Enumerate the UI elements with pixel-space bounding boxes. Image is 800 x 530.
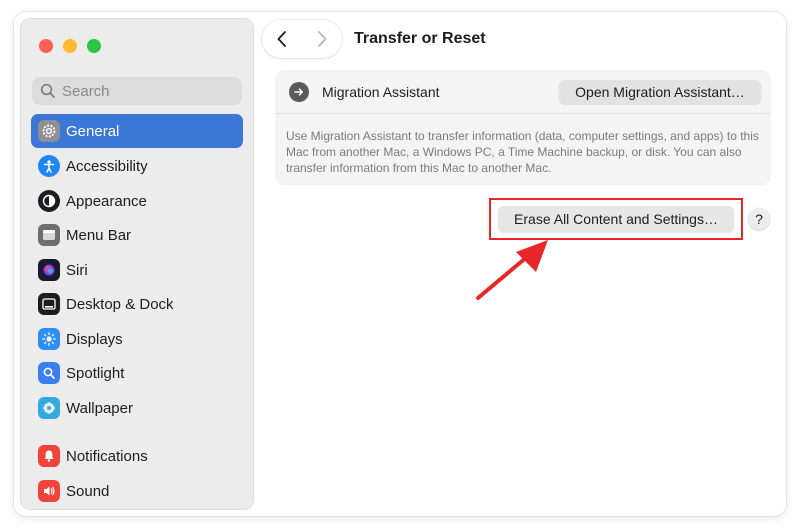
sidebar-item-siri[interactable]: Siri [31,253,243,287]
sidebar: Search General Accessibility Appearance [20,18,254,510]
sidebar-item-notifications[interactable]: Notifications [31,439,243,473]
sidebar-item-general[interactable]: General [31,114,243,148]
page-title: Transfer or Reset [354,30,486,47]
sidebar-item-label: Notifications [66,447,148,465]
navigation-controls [262,20,342,58]
help-button[interactable]: ? [748,208,770,230]
displays-icon [38,328,60,350]
search-input[interactable]: Search [32,77,242,105]
migration-panel: Migration Assistant Open Migration Assis… [275,70,771,185]
migration-assistant-icon [289,82,309,102]
search-icon [40,83,55,98]
sidebar-item-label: Appearance [66,192,147,210]
sidebar-item-desktop-dock[interactable]: Desktop & Dock [31,287,243,321]
migration-assistant-label: Migration Assistant [322,84,440,100]
sidebar-item-displays[interactable]: Displays [31,322,243,356]
open-migration-assistant-button[interactable]: Open Migration Assistant… [559,80,761,104]
desktop-dock-icon [38,293,60,315]
settings-window: Search General Accessibility Appearance [14,12,786,516]
sidebar-item-appearance[interactable]: Appearance [31,184,243,218]
gear-icon [38,120,60,142]
forward-chevron-icon[interactable] [315,30,329,48]
sidebar-item-menu-bar[interactable]: Menu Bar [31,218,243,252]
spotlight-icon [38,362,60,384]
minimize-window-button[interactable] [63,39,77,53]
migration-row: Migration Assistant Open Migration Assis… [275,70,771,114]
sidebar-item-accessibility[interactable]: Accessibility [31,149,243,183]
appearance-icon [38,190,60,212]
sidebar-item-wallpaper[interactable]: Wallpaper [31,391,243,425]
sidebar-item-label: General [66,122,120,140]
sidebar-item-label: Spotlight [66,364,125,382]
wallpaper-icon [38,397,60,419]
sidebar-item-spotlight[interactable]: Spotlight [31,356,243,390]
search-placeholder: Search [62,82,110,100]
close-window-button[interactable] [39,39,53,53]
annotation-arrow-icon [476,240,548,300]
menu-bar-icon [38,224,60,246]
back-chevron-icon[interactable] [275,30,289,48]
sidebar-item-label: Siri [66,261,88,279]
accessibility-icon [38,155,60,177]
sound-icon [38,480,60,502]
zoom-window-button[interactable] [87,39,101,53]
migration-description: Use Migration Assistant to transfer info… [286,129,759,175]
sidebar-item-label: Sound [66,482,110,500]
sidebar-item-label: Wallpaper [66,399,133,417]
sidebar-item-sound[interactable]: Sound [31,474,243,508]
sidebar-item-label: Accessibility [66,157,148,175]
sidebar-item-label: Desktop & Dock [66,295,174,313]
notifications-icon [38,445,60,467]
sidebar-item-label: Menu Bar [66,226,132,244]
sidebar-item-label: Displays [66,330,123,348]
siri-icon [38,259,60,281]
